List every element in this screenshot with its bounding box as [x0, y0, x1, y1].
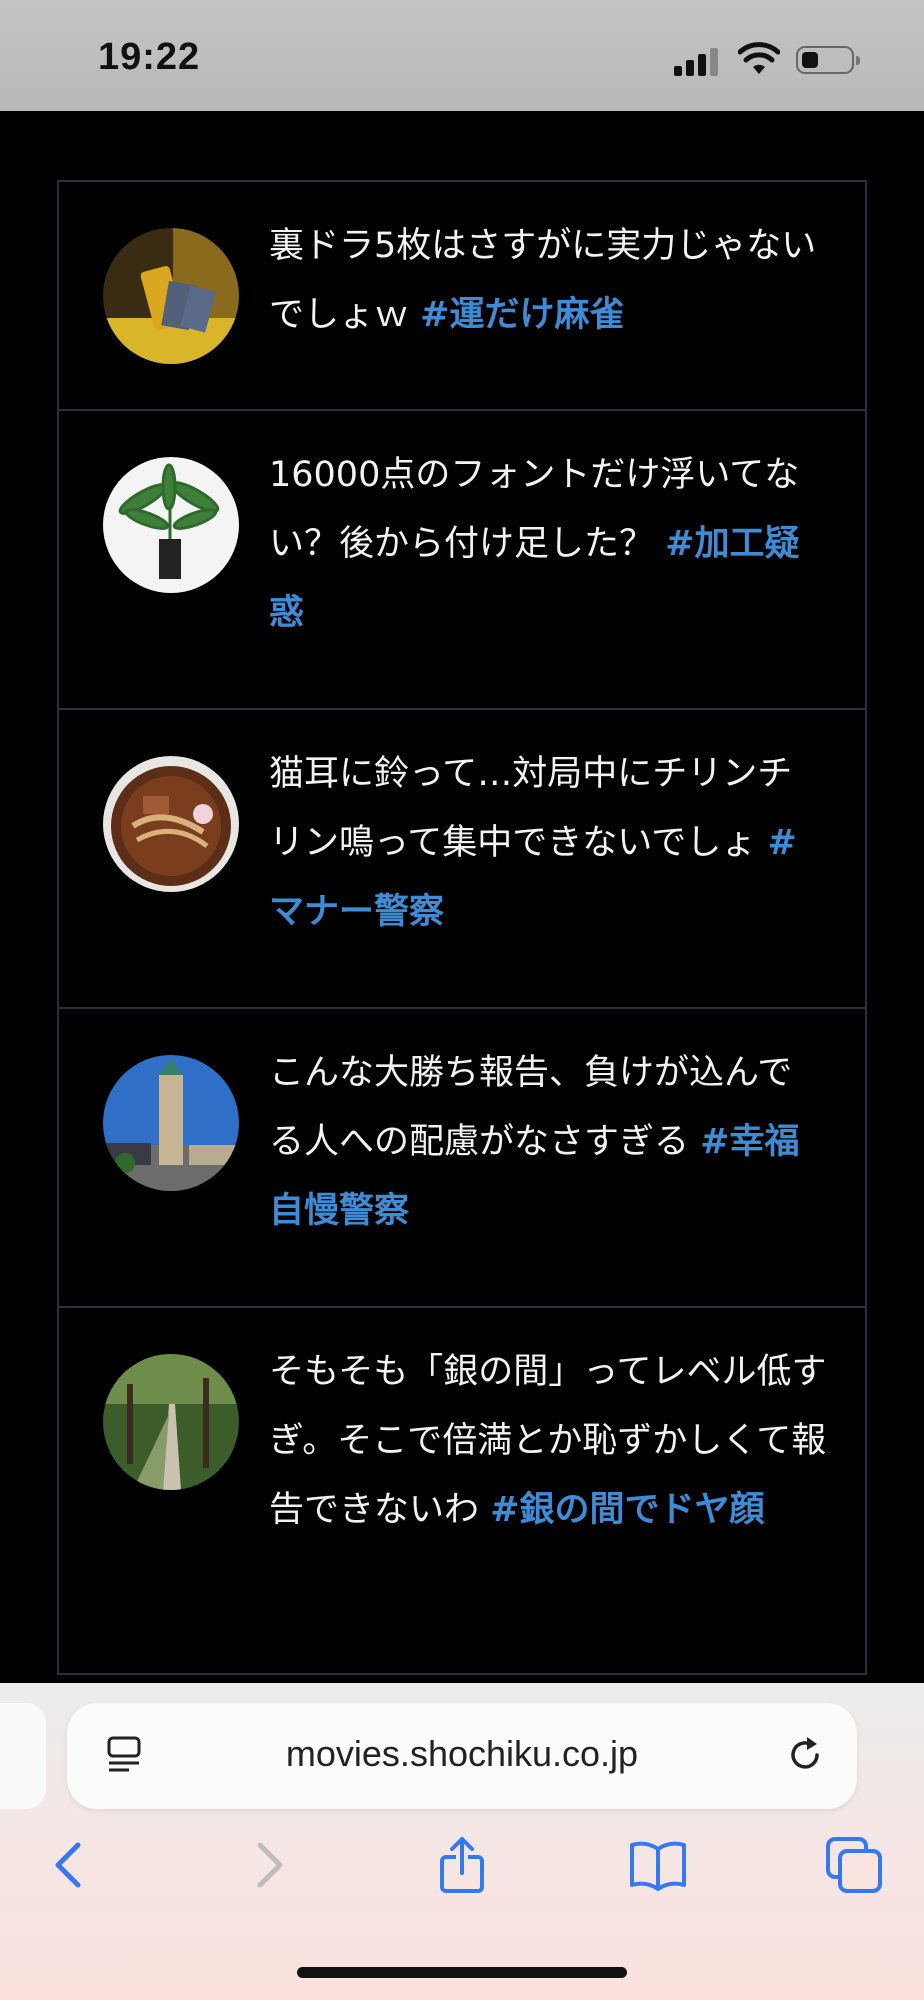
back-icon[interactable] — [40, 1835, 100, 1895]
tweet-item[interactable]: こんな大勝ち報告、負けが込んでる人への配慮がなさすぎる #幸福自慢警察 — [59, 1009, 865, 1308]
home-indicator — [297, 1967, 627, 1978]
browser-toolbar: movies.shochiku.co.jp — [0, 1683, 924, 2000]
tweet-item[interactable]: 16000点のフォントだけ浮いてない？後から付け足した？ #加工疑惑 — [59, 411, 865, 710]
url-text[interactable]: movies.shochiku.co.jp — [67, 1733, 857, 1775]
status-time: 19:22 — [98, 36, 201, 78]
avatar[interactable] — [103, 228, 239, 364]
bookmarks-icon[interactable] — [628, 1835, 688, 1895]
reload-icon[interactable] — [783, 1733, 827, 1777]
tweet-item[interactable]: そもそも「銀の間」ってレベル低すぎ。そこで倍満とか恥ずかしくて報告できないわ #… — [59, 1308, 865, 1677]
avatar[interactable] — [103, 1055, 239, 1191]
tweet-item[interactable]: 裏ドラ5枚はさすがに実力じゃないでしょｗ #運だけ麻雀 — [59, 182, 865, 411]
tweet-text: そもそも「銀の間」ってレベル低すぎ。そこで倍満とか恥ずかしくて報告できないわ #… — [269, 1338, 827, 1545]
tweet-text: 16000点のフォントだけ浮いてない？後から付け足した？ #加工疑惑 — [269, 441, 827, 648]
avatar[interactable] — [103, 457, 239, 593]
forward-icon[interactable] — [238, 1835, 298, 1895]
tweet-card-list: 裏ドラ5枚はさすがに実力じゃないでしょｗ #運だけ麻雀 16000点のフォントだ… — [57, 180, 867, 1675]
hashtag-link[interactable]: #銀の間でドヤ顔 — [490, 1490, 764, 1530]
address-bar[interactable]: movies.shochiku.co.jp — [67, 1703, 857, 1809]
tweet-body: 猫耳に鈴って…対局中にチリンチリン鳴って集中できないでしょ — [269, 754, 793, 863]
avatar[interactable] — [103, 1354, 239, 1490]
battery-icon — [796, 46, 860, 74]
tweet-text: 裏ドラ5枚はさすがに実力じゃないでしょｗ #運だけ麻雀 — [269, 212, 827, 350]
status-bar: 19:22 — [0, 0, 924, 111]
share-icon[interactable] — [432, 1835, 492, 1895]
tweet-text: こんな大勝ち報告、負けが込んでる人への配慮がなさすぎる #幸福自慢警察 — [269, 1039, 827, 1246]
avatar[interactable] — [103, 756, 239, 892]
wifi-icon — [738, 42, 780, 74]
previous-tab-peek[interactable] — [0, 1703, 46, 1809]
signal-bars-icon — [674, 46, 722, 76]
tweet-text: 猫耳に鈴って…対局中にチリンチリン鳴って集中できないでしょ #マナー警察 — [269, 740, 827, 947]
hashtag-link[interactable]: #運だけ麻雀 — [420, 295, 624, 335]
tweet-item[interactable]: 猫耳に鈴って…対局中にチリンチリン鳴って集中できないでしょ #マナー警察 — [59, 710, 865, 1009]
tabs-icon[interactable] — [824, 1835, 884, 1895]
